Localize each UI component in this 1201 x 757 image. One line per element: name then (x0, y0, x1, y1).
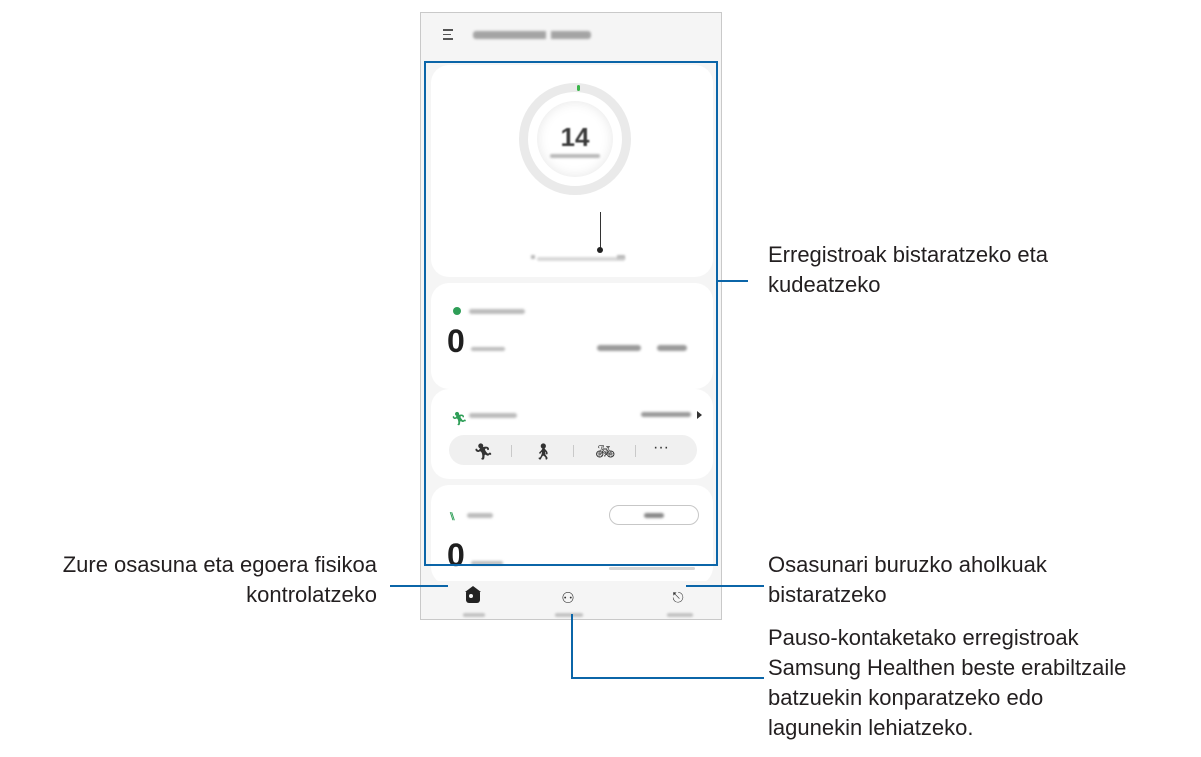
cycling-icon[interactable]: 🚲︎ (595, 442, 615, 462)
app-title (473, 31, 591, 39)
active-time-card[interactable]: 0 (431, 283, 713, 389)
discover-icon[interactable]: ⎋ (669, 589, 687, 607)
food-progress-bar (609, 567, 695, 570)
menu-icon[interactable] (443, 29, 453, 40)
time-axis-blurred (537, 257, 625, 261)
exercise-label-blurred (469, 413, 517, 418)
app-bar (421, 13, 721, 59)
callout-records: Erregistroak bistaratzeko eta kudeatzeko (768, 242, 1049, 297)
steps-card[interactable]: 14 (431, 65, 713, 277)
steps-goal-blurred (550, 154, 600, 158)
callout-discover: Osasunari buruzko aholkuak bistaratzeko (768, 552, 1047, 607)
records-leader-line (718, 280, 748, 282)
active-time-value: 0 (447, 323, 465, 359)
walking-icon[interactable]: 🚶︎ (533, 442, 553, 462)
together-icon[interactable]: ⚇ (559, 589, 577, 607)
food-card[interactable]: ⑊ 0 (431, 485, 713, 585)
phone-screenshot: 14 0 🏃︎ 🏃︎ 🚶︎ 🚲︎ ··· ⑊ 0 ⚇ ⎋ (420, 12, 722, 620)
callout-home: Zure osasuna eta egoera fisikoa kontrola… (62, 552, 377, 607)
discover-leader-line (686, 585, 764, 587)
hourly-marker (597, 247, 603, 253)
home-icon[interactable] (464, 586, 482, 607)
together-leader-vertical (571, 614, 573, 679)
running-icon: 🏃︎ (451, 411, 468, 426)
food-value: 0 (447, 537, 465, 573)
exercise-card[interactable]: 🏃︎ 🏃︎ 🚶︎ 🚲︎ ··· (431, 389, 713, 479)
more-icon[interactable]: ··· (653, 439, 669, 457)
together-leader-horizontal (571, 677, 764, 679)
steps-ring: 14 (519, 83, 631, 195)
nav-label-together-blurred (555, 613, 583, 617)
nav-label-home-blurred (463, 613, 485, 617)
chevron-right-icon[interactable] (697, 411, 702, 419)
steps-progress-mark (577, 85, 580, 91)
view-history-blurred[interactable] (641, 412, 691, 417)
active-time-label-blurred (469, 309, 525, 314)
hourly-bar (600, 212, 601, 248)
quick-workout-bar: 🏃︎ 🚶︎ 🚲︎ ··· (449, 435, 697, 465)
running-icon[interactable]: 🏃︎ (473, 442, 493, 462)
nav-label-discover-blurred (667, 613, 693, 617)
clock-icon (453, 307, 461, 315)
food-label-blurred (467, 513, 493, 518)
home-leader-line (390, 585, 448, 587)
fork-knife-icon: ⑊ (449, 511, 456, 523)
add-food-button[interactable] (609, 505, 699, 525)
callout-together: Pauso-kontaketako erregistroak Samsung H… (768, 625, 1127, 740)
steps-count: 14 (560, 122, 590, 152)
